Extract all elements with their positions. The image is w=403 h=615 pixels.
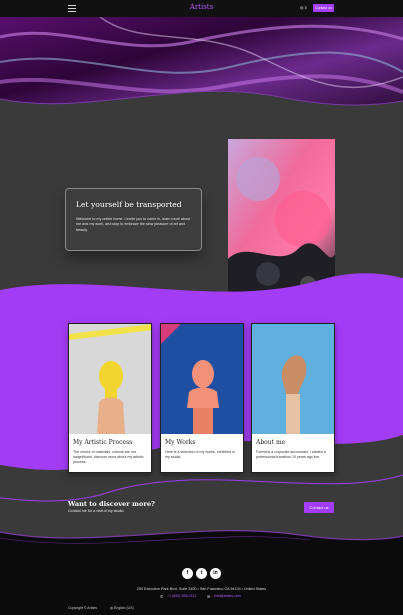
globe-icon: ◍ <box>300 5 304 10</box>
discover-contact-button[interactable]: Contact us <box>304 502 334 513</box>
linkedin-icon[interactable]: in <box>210 568 221 579</box>
globe-icon: ◍ <box>110 606 114 610</box>
card-text: The choice of materials, colours are not… <box>73 450 144 464</box>
discover-title: Want to discover more? <box>68 500 155 508</box>
card-title: About me <box>256 439 286 446</box>
site-header: Artists ◍ E Contact us <box>0 0 403 17</box>
language-indicator[interactable]: ◍ E <box>300 5 307 10</box>
header-contact-button[interactable]: Contact us <box>313 4 334 12</box>
card-text: Here is a selection of my works, exhibit… <box>165 450 235 459</box>
language-selector[interactable]: ◍ English (US) <box>110 606 134 610</box>
card-image-yellow-bust <box>69 324 151 434</box>
intro-title: Let yourself be transported <box>76 200 182 209</box>
site-logo[interactable]: Artists <box>0 3 403 11</box>
hero-banner <box>0 17 403 129</box>
card-artistic-process[interactable]: My Artistic Process The choice of materi… <box>68 323 152 473</box>
intro-card: Let yourself be transported Welcome to m… <box>65 188 202 251</box>
language-short: E <box>304 5 308 10</box>
footer-phone[interactable]: +1 (650) 555-0111 <box>167 594 196 598</box>
twitter-icon[interactable]: t <box>196 568 207 579</box>
card-title: My Works <box>165 439 196 446</box>
card-about-me[interactable]: About me Formerly a corporate accountant… <box>251 323 335 473</box>
phone-icon: ✆ <box>160 594 164 599</box>
footer-email[interactable]: info@artists.com <box>214 594 241 598</box>
hero-abstract-art <box>0 17 403 129</box>
copyright: Copyright © Artists <box>68 606 98 610</box>
intro-text: Welcome to my online home. I invite you … <box>76 217 191 232</box>
email-icon: ✉ <box>207 594 211 599</box>
language-label: English (US) <box>114 606 134 610</box>
card-my-works[interactable]: My Works Here is a selection of my works… <box>160 323 244 473</box>
footer-address: 250 Executive Park Blvd, Suite 3400 • Sa… <box>136 587 267 591</box>
card-image-pink-bust <box>161 324 243 434</box>
card-image-hand-sculpture <box>252 324 334 434</box>
card-text: Formerly a corporate accountant, I start… <box>256 450 326 459</box>
card-title: My Artistic Process <box>73 439 133 446</box>
discover-subtitle: Contact me for a visit of my studio. <box>68 509 125 513</box>
facebook-icon[interactable]: f <box>182 568 193 579</box>
